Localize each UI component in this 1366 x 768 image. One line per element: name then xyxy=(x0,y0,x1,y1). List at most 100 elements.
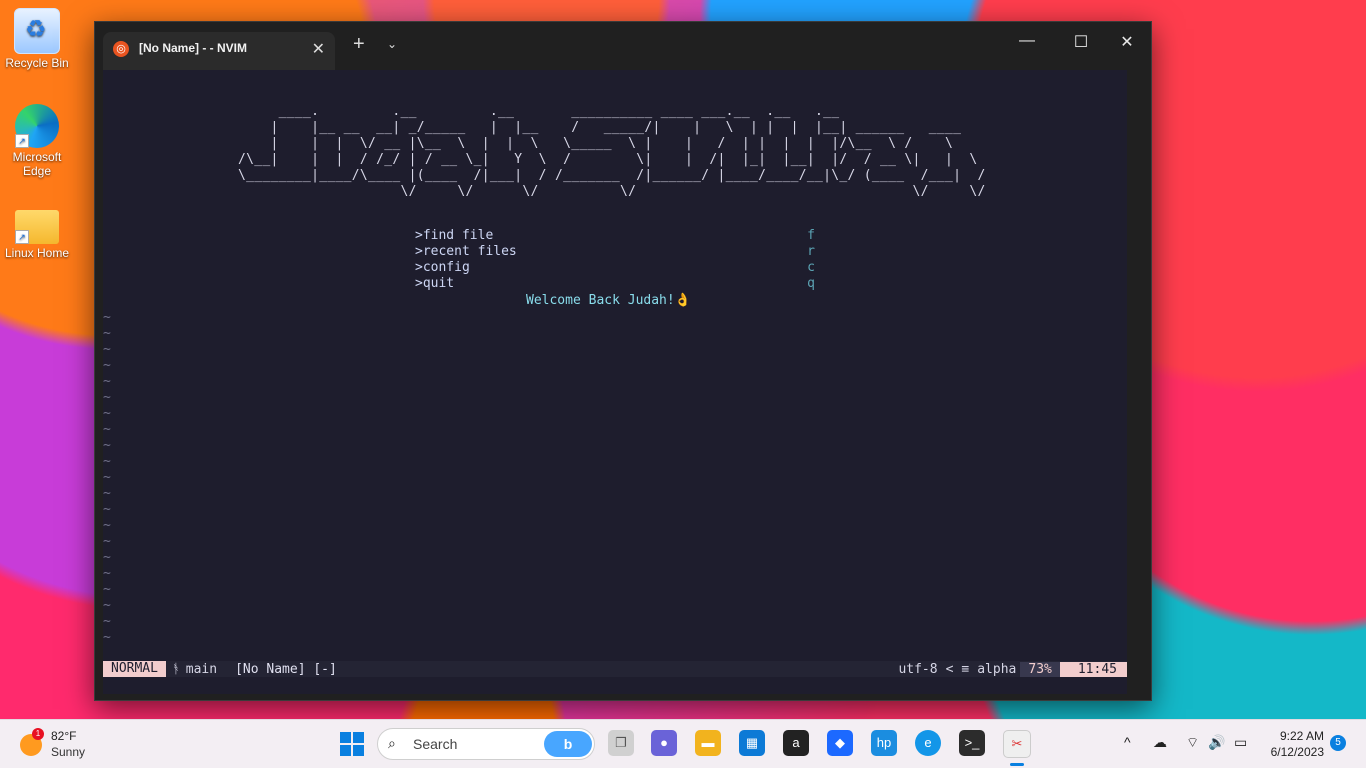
ubuntu-icon: ◎ xyxy=(113,41,129,57)
minimize-button[interactable]: — xyxy=(1004,32,1050,50)
tilde-line: ~ xyxy=(103,614,111,629)
search-placeholder: Search xyxy=(413,736,458,752)
dropbox-button[interactable]: ◆ xyxy=(827,730,853,756)
tab-nvim[interactable]: ◎ [No Name] - - NVIM ✕ xyxy=(103,32,335,70)
tilde-line: ~ xyxy=(103,630,111,645)
linux-home-desktop-icon[interactable]: ↗ Linux Home xyxy=(2,202,72,260)
scroll-percent: 73% xyxy=(1020,661,1060,677)
windows-logo-icon xyxy=(353,745,364,756)
status-right: utf-8 < ≡ alpha 73% 11:45 xyxy=(894,661,1127,677)
tilde-line: ~ xyxy=(103,518,111,533)
filetype: alpha xyxy=(977,661,1017,677)
search-icon: ⌕ xyxy=(388,735,396,751)
encoding: utf-8 xyxy=(898,661,938,677)
menu-shortcut: f xyxy=(807,228,815,243)
tab-title: [No Name] - - NVIM xyxy=(139,41,247,55)
edge-button[interactable]: e xyxy=(915,730,941,756)
amazon-icon: a xyxy=(792,735,800,750)
cursor-position: 11:45 xyxy=(1059,661,1127,677)
tilde-line: ~ xyxy=(103,374,111,389)
snipping-tool-icon: ✂ xyxy=(1011,736,1023,751)
tilde-line: ~ xyxy=(103,470,111,485)
file-name: [No Name] [-] xyxy=(235,661,337,677)
folder-icon: ↗ xyxy=(15,210,59,244)
tilde-line: ~ xyxy=(103,358,111,373)
menu-item-find-file[interactable]: >find file f xyxy=(415,228,815,244)
notification-badge[interactable]: 5 xyxy=(1330,735,1346,751)
chat-icon: ● xyxy=(660,735,668,750)
volume-icon[interactable]: 🔊 xyxy=(1208,734,1225,751)
clock[interactable]: 9:22 AM 6/12/2023 xyxy=(1270,728,1324,760)
store-button[interactable]: ▦ xyxy=(739,730,765,756)
menu-label: >quit xyxy=(415,276,455,291)
desktop-icon-label: Microsoft Edge xyxy=(12,150,62,178)
tilde-line: ~ xyxy=(103,566,111,581)
search-box[interactable]: ⌕ Search b xyxy=(377,728,595,760)
tilde-line: ~ xyxy=(103,502,111,517)
empty-line-markers: ~ ~ ~ ~ ~ ~ ~ ~ ~ ~ ~ ~ ~ ~ ~ ~ ~ ~ ~ ~ … xyxy=(103,310,111,646)
tilde-line: ~ xyxy=(103,486,111,501)
filetype-icon: ≡ xyxy=(961,661,970,677)
tilde-line: ~ xyxy=(103,598,111,613)
menu-label: >config xyxy=(415,260,470,275)
desktop-icon-label: Linux Home xyxy=(4,246,70,260)
wifi-icon[interactable]: ⌔ xyxy=(1186,734,1199,752)
ascii-banner: ____. .__ .__ __________ ____ ___.__ .__… xyxy=(238,104,986,199)
terminal-icon: >_ xyxy=(964,735,980,750)
date: 6/12/2023 xyxy=(1270,745,1324,759)
edge-desktop-icon[interactable]: ↗ Microsoft Edge xyxy=(2,104,72,178)
show-hidden-icons-button[interactable]: ^ xyxy=(1124,734,1131,750)
myhp-button[interactable]: hp xyxy=(871,730,897,756)
git-branch: main xyxy=(185,661,218,677)
tilde-line: ~ xyxy=(103,406,111,421)
recycle-bin-glyph-icon xyxy=(14,8,60,54)
tilde-line: ~ xyxy=(103,422,111,437)
file-explorer-button[interactable]: ▬ xyxy=(695,730,721,756)
bing-button[interactable]: b xyxy=(544,731,592,757)
temperature: 82°F xyxy=(51,729,77,743)
amazon-button[interactable]: a xyxy=(783,730,809,756)
store-icon: ▦ xyxy=(745,735,759,750)
menu-item-quit[interactable]: >quit q xyxy=(415,276,815,292)
status-line: NORMAL ᚬ main [No Name] [-] utf-8 < ≡ al… xyxy=(103,661,1127,677)
tilde-line: ~ xyxy=(103,438,111,453)
snipping-tool-button[interactable]: ✂ xyxy=(1003,730,1031,766)
tilde-line: ~ xyxy=(103,550,111,565)
tilde-line: ~ xyxy=(103,310,111,325)
battery-icon[interactable]: ▭ xyxy=(1234,734,1247,751)
menu-item-config[interactable]: >config c xyxy=(415,260,815,276)
recycle-bin-icon[interactable]: Recycle Bin xyxy=(2,8,72,70)
tab-dropdown-icon[interactable]: ⌄ xyxy=(387,37,397,51)
weather-condition: Sunny xyxy=(51,745,86,759)
separator-icon: < xyxy=(945,661,954,677)
edge-icon: e xyxy=(924,735,932,750)
time: 9:22 AM xyxy=(1279,729,1324,743)
close-window-button[interactable]: ✕ xyxy=(1104,32,1150,52)
menu-label: >recent files xyxy=(415,244,517,259)
new-tab-button[interactable]: + xyxy=(353,33,365,56)
windows-logo-icon xyxy=(340,732,351,743)
task-view-button[interactable]: ❐ xyxy=(608,730,634,756)
menu-item-recent-files[interactable]: >recent files r xyxy=(415,244,815,260)
dropbox-icon: ◆ xyxy=(835,735,845,750)
terminal-button[interactable]: >_ xyxy=(959,730,985,756)
menu-shortcut: q xyxy=(807,276,815,291)
onedrive-icon[interactable]: ☁ xyxy=(1153,734,1167,751)
desktop-icon-label: Recycle Bin xyxy=(5,56,69,70)
windows-logo-icon xyxy=(353,732,364,743)
chat-button[interactable]: ● xyxy=(651,730,677,756)
maximize-button[interactable]: ☐ xyxy=(1058,32,1104,52)
start-button[interactable] xyxy=(340,732,364,756)
taskbar: 1 82°F Sunny ⌕ Search b ❐ ● ▬ ▦ a ◆ hp e… xyxy=(0,719,1366,768)
tilde-line: ~ xyxy=(103,582,111,597)
close-tab-icon[interactable]: ✕ xyxy=(312,39,325,59)
title-bar[interactable]: ◎ [No Name] - - NVIM ✕ + ⌄ — ☐ ✕ xyxy=(95,22,1151,70)
tilde-line: ~ xyxy=(103,390,111,405)
menu-label: >find file xyxy=(415,228,494,243)
tilde-line: ~ xyxy=(103,454,111,469)
nvim-buffer[interactable]: ____. .__ .__ __________ ____ ___.__ .__… xyxy=(103,70,1127,694)
shortcut-arrow-icon: ↗ xyxy=(15,230,29,244)
tilde-line: ~ xyxy=(103,342,111,357)
windows-logo-icon xyxy=(340,745,351,756)
shortcut-arrow-icon: ↗ xyxy=(15,134,29,148)
